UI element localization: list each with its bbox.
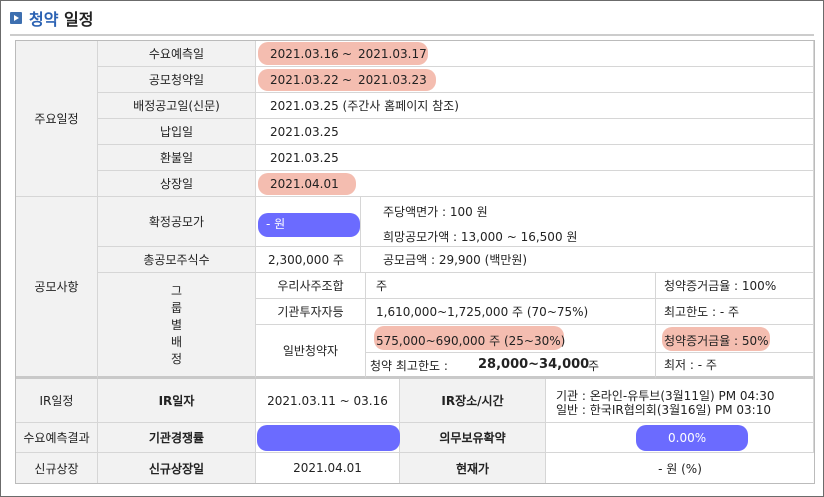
refund-date-value: 2021.03.25	[256, 145, 814, 171]
payment-date-label: 납입일	[98, 119, 256, 145]
demand-forecast-start: 2021.03.16	[270, 47, 339, 61]
retail-max-limit: 청약 최고한도 : 28,000~34,000 주	[366, 353, 656, 379]
range-separator: ~	[342, 47, 353, 61]
lockup-commitment-value: 0.00%	[546, 423, 814, 453]
demand-forecast-end: 2021.03.17	[358, 47, 427, 61]
subscription-start: 2021.03.22	[270, 73, 339, 87]
payment-date-value: 2021.03.25	[256, 119, 814, 145]
allocation-notice-date-label: 배정공고일(신문)	[98, 93, 256, 119]
demand-forecast-date-label: 수요예측일	[98, 41, 256, 67]
employee-union-value: 주	[366, 273, 656, 299]
institution-max-limit: 최고한도 : - 주	[656, 299, 814, 325]
retail-deposit-rate: 청약증거금율 : 50%	[656, 325, 814, 353]
desired-price-range: 희망공모가액 : 13,000 ~ 16,500 원	[383, 230, 578, 244]
title-divider	[10, 34, 814, 36]
section-label-ir: IR일정	[16, 379, 98, 423]
retail-max-limit-value: 28,000~34,000	[478, 357, 590, 372]
current-price-label: 현재가	[400, 453, 546, 483]
retail-investor-label: 일반청약자	[256, 325, 366, 379]
total-shares-value: 2,300,000 주	[256, 247, 361, 273]
group-label-char: 배	[170, 335, 183, 349]
new-listing-date-label: 신규상장일	[98, 453, 256, 483]
total-shares-label: 총공모주식수	[98, 247, 256, 273]
retail-deposit-rate-text: 청약증거금율 : 50%	[664, 334, 769, 348]
page-title-rest: 일정	[58, 10, 94, 29]
price-info: 주당액면가 : 100 원 희망공모가액 : 13,000 ~ 16,500 원	[361, 197, 814, 247]
final-price-value: - 원	[256, 197, 361, 247]
listing-date-label: 상장일	[98, 171, 256, 197]
group-label-char: 정	[170, 352, 183, 366]
section-label-schedule: 주요일정	[16, 41, 98, 197]
page-title: 청약 일정	[29, 6, 93, 30]
range-separator: ~	[342, 73, 353, 87]
lockup-commitment-label: 의무보유확약	[400, 423, 546, 453]
refund-date-label: 환불일	[98, 145, 256, 171]
section-label-new-listing: 신규상장	[16, 453, 98, 483]
current-price-value: - 원 (%)	[546, 453, 814, 483]
group-label-char: 별	[170, 318, 183, 332]
section-label-offering: 공모사항	[16, 197, 98, 379]
bullet-arrow-icon	[10, 12, 22, 24]
demand-forecast-date-value: 2021.03.16 ~ 2021.03.17	[256, 41, 814, 67]
section-header: 청약 일정	[10, 6, 93, 30]
retail-max-limit-unit: 주	[588, 359, 600, 373]
page-title-accent: 청약	[29, 10, 59, 29]
retail-investor-value: 575,000~690,000 주 (25~30%)	[366, 325, 656, 353]
group-allocation-label: 그 룹 별 배 정	[98, 273, 256, 379]
ir-place-retail: 일반 : 한국IR협의회(3월16일) PM 03:10	[556, 403, 771, 417]
group-label-char: 그	[170, 284, 183, 298]
new-listing-date-value: 2021.04.01	[256, 453, 400, 483]
listing-date-value: 2021.04.01	[256, 171, 814, 197]
allocation-notice-date-value: 2021.03.25 (주간사 홈페이지 참조)	[256, 93, 814, 119]
group-label-char: 룹	[170, 301, 183, 315]
highlight-mark	[257, 425, 400, 451]
ir-date-label: IR일자	[98, 379, 256, 423]
ir-date-value: 2021.03.11 ~ 03.16	[256, 379, 400, 423]
retail-investor-allocation: 575,000~690,000 주 (25~30%)	[376, 334, 566, 348]
final-price-text: - 원	[266, 217, 286, 231]
institution-value: 1,610,000~1,725,000 주 (70~75%)	[366, 299, 656, 325]
lockup-commitment-text: 0.00%	[668, 431, 707, 445]
subscription-date-value: 2021.03.22 ~ 2021.03.23	[256, 67, 814, 93]
employee-union-deposit-rate: 청약증거금율 : 100%	[656, 273, 814, 299]
institution-label: 기관투자자등	[256, 299, 366, 325]
total-offering-amount: 공모금액 : 29,900 (백만원)	[361, 247, 814, 273]
par-value: 주당액면가 : 100 원	[383, 205, 488, 219]
institution-competition-label: 기관경쟁률	[98, 423, 256, 453]
subscription-schedule-table: 주요일정 수요예측일 2021.03.16 ~ 2021.03.17 공모청약일…	[15, 40, 815, 484]
ir-place-label: IR장소/시간	[400, 379, 546, 423]
retail-max-limit-label: 청약 최고한도 :	[370, 359, 448, 373]
final-price-label: 확정공모가	[98, 197, 256, 247]
subscription-date-label: 공모청약일	[98, 67, 256, 93]
subscription-end: 2021.03.23	[358, 73, 427, 87]
section-label-forecast-result: 수요예측결과	[16, 423, 98, 453]
retail-min-limit: 최저 : - 주	[656, 353, 814, 379]
ir-place-value: 기관 : 온라인-유투브(3월11일) PM 04:30 일반 : 한국IR협의…	[546, 379, 814, 423]
listing-date-text: 2021.04.01	[270, 177, 339, 191]
employee-union-label: 우리사주조합	[256, 273, 366, 299]
institution-competition-value	[256, 423, 400, 453]
